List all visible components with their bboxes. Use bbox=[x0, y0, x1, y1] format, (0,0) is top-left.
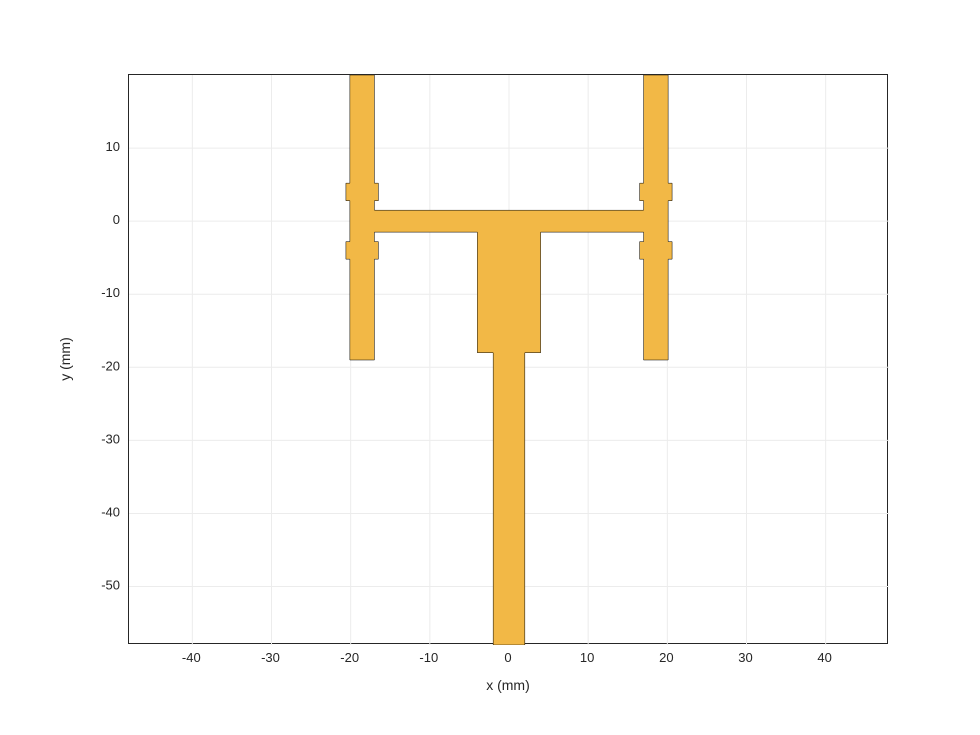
y-tick-label: -20 bbox=[101, 358, 120, 373]
y-tick-label: -50 bbox=[101, 578, 120, 593]
x-tick-labels: -40 -30 -20 -10 0 10 20 30 40 bbox=[182, 650, 832, 665]
x-tick-label: 40 bbox=[817, 650, 831, 665]
x-tick-label: 0 bbox=[504, 650, 511, 665]
x-tick-label: -30 bbox=[261, 650, 280, 665]
y-tick-label: 10 bbox=[106, 139, 120, 154]
y-tick-label: -10 bbox=[101, 285, 120, 300]
y-axis-label: y (mm) bbox=[57, 337, 73, 381]
x-tick-label: -40 bbox=[182, 650, 201, 665]
x-tick-label: -20 bbox=[340, 650, 359, 665]
x-tick-label: 30 bbox=[738, 650, 752, 665]
y-tick-label: -30 bbox=[101, 431, 120, 446]
y-tick-labels: -50 -40 -30 -20 -10 0 10 bbox=[101, 139, 120, 592]
x-tick-label: 10 bbox=[580, 650, 594, 665]
y-tick-label: -40 bbox=[101, 504, 120, 519]
axes-area bbox=[128, 74, 888, 644]
y-tick-label: 0 bbox=[113, 212, 120, 227]
plot-svg bbox=[129, 75, 889, 645]
x-tick-label: 20 bbox=[659, 650, 673, 665]
figure-panel: -40 -30 -20 -10 0 10 20 30 40 -50 -40 -30 -20 -10 0 10… bbox=[0, 0, 980, 735]
x-axis-label: x (mm) bbox=[486, 677, 530, 693]
x-tick-label: -10 bbox=[419, 650, 438, 665]
